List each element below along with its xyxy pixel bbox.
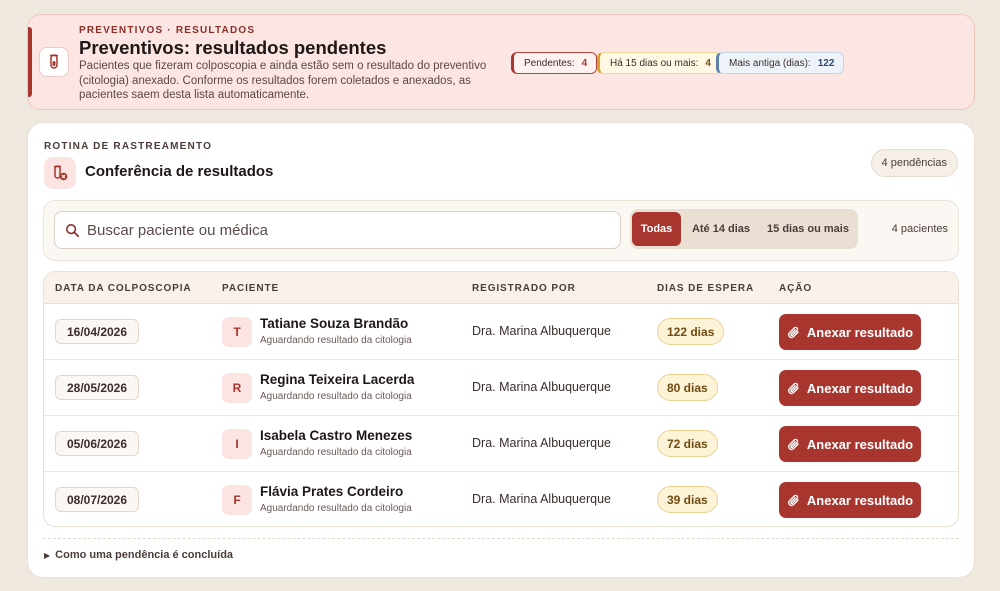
patient-name: Regina Teixeira Lacerda xyxy=(260,372,415,387)
column-header-patient: PACIENTE xyxy=(222,283,280,294)
wait-days-badge: 80 dias xyxy=(657,374,718,401)
patient-status: Aguardando resultado da citologia xyxy=(260,503,412,514)
card-title: Conferência de resultados xyxy=(85,163,274,180)
stat-oldest-value: 122 xyxy=(817,57,835,69)
stat-pending-label: Pendentes: xyxy=(524,57,575,69)
table-row: 28/05/2026 R Regina Teixeira Lacerda Agu… xyxy=(44,360,958,416)
colposcopy-date: 16/04/2026 xyxy=(55,319,139,344)
table-row: 05/06/2026 I Isabela Castro Menezes Agua… xyxy=(44,416,958,472)
patient-status: Aguardando resultado da citologia xyxy=(260,391,412,402)
disclosure-label: Como uma pendência é concluída xyxy=(55,549,234,561)
stat-pending: Pendentes: 4 xyxy=(511,52,598,74)
test-tube-icon xyxy=(39,47,69,77)
patient-status: Aguardando resultado da citologia xyxy=(260,335,412,346)
colposcopy-date: 08/07/2026 xyxy=(55,487,139,512)
banner-title: Preventivos: resultados pendentes xyxy=(79,37,387,58)
disclosure-triangle-icon: ▶ xyxy=(44,550,51,560)
avatar: F xyxy=(222,485,252,515)
pending-count-badge: 4 pendências xyxy=(870,149,958,177)
filter-15-days-or-more-button[interactable]: 15 dias ou mais xyxy=(760,212,856,246)
banner-kicker: PREVENTIVOS · RESULTADOS xyxy=(79,25,256,36)
patient-status: Aguardando resultado da citologia xyxy=(260,447,412,458)
attach-result-label: Anexar resultado xyxy=(806,324,914,340)
patient-name: Tatiane Souza Brandão xyxy=(260,316,409,331)
registered-by: Dra. Marina Albuquerque xyxy=(472,492,611,506)
attach-result-button[interactable]: Anexar resultado xyxy=(779,370,921,406)
search-icon xyxy=(65,223,80,238)
paperclip-icon xyxy=(787,326,799,338)
stat-15-days: Há 15 dias ou mais: 4 xyxy=(597,52,721,74)
how-pending-is-completed-disclosure[interactable]: ▶ Como uma pendência é concluída xyxy=(44,549,233,561)
attach-result-label: Anexar resultado xyxy=(806,492,914,508)
stat-15-days-value: 4 xyxy=(705,57,711,69)
wait-days-badge: 122 dias xyxy=(657,318,725,345)
attach-result-button[interactable]: Anexar resultado xyxy=(779,482,921,518)
result-count: 4 pacientes xyxy=(891,223,948,235)
column-header-date: DATA DA COLPOSCOPIA xyxy=(55,283,192,294)
stat-pending-value: 4 xyxy=(581,57,588,69)
filter-all-button[interactable]: Todas xyxy=(632,212,681,246)
colposcopy-date: 05/06/2026 xyxy=(55,431,139,456)
stat-15-days-label: Há 15 dias ou mais: xyxy=(610,57,699,69)
paperclip-icon xyxy=(787,438,799,450)
avatar: I xyxy=(222,429,252,459)
test-tube-alert-icon xyxy=(44,157,76,189)
attach-result-button[interactable]: Anexar resultado xyxy=(779,426,921,462)
registered-by: Dra. Marina Albuquerque xyxy=(472,324,611,338)
wait-days-badge: 72 dias xyxy=(657,430,718,457)
paperclip-icon xyxy=(787,382,799,394)
table-row: 08/07/2026 F Flávia Prates Cordeiro Agua… xyxy=(44,472,958,526)
paperclip-icon xyxy=(787,494,799,506)
colposcopy-date: 28/05/2026 xyxy=(55,375,139,400)
banner-description: Pacientes que fizeram colposcopia e aind… xyxy=(79,60,487,101)
filter-up-to-14-days-button[interactable]: Até 14 dias xyxy=(685,212,757,246)
patient-name: Isabela Castro Menezes xyxy=(260,428,413,443)
alert-accent-stripe xyxy=(28,27,32,97)
table-row: 16/04/2026 T Tatiane Souza Brandão Aguar… xyxy=(44,304,958,360)
attach-result-button[interactable]: Anexar resultado xyxy=(779,314,921,350)
wait-filter-segmented: Todas Até 14 dias 15 dias ou mais xyxy=(630,209,858,249)
column-header-action: AÇÃO xyxy=(779,283,813,294)
attach-result-label: Anexar resultado xyxy=(806,436,914,452)
stat-oldest: Mais antiga (dias): 122 xyxy=(716,52,845,74)
card-eyebrow: ROTINA DE RASTREAMENTO xyxy=(44,141,213,152)
search-input[interactable] xyxy=(87,212,607,248)
avatar: T xyxy=(222,317,252,347)
patient-name: Flávia Prates Cordeiro xyxy=(260,484,404,499)
wait-days-badge: 39 dias xyxy=(657,486,718,513)
registered-by: Dra. Marina Albuquerque xyxy=(472,436,611,450)
alert-banner: PREVENTIVOS · RESULTADOS Preventivos: re… xyxy=(27,14,975,110)
table-header: DATA DA COLPOSCOPIA PACIENTE REGISTRADO … xyxy=(44,272,958,304)
footer-divider xyxy=(43,538,959,539)
attach-result-label: Anexar resultado xyxy=(806,380,914,396)
pending-results-table: DATA DA COLPOSCOPIA PACIENTE REGISTRADO … xyxy=(43,271,959,527)
results-card: ROTINA DE RASTREAMENTO Conferência de re… xyxy=(27,122,975,578)
column-header-registered-by: REGISTRADO POR xyxy=(472,283,576,294)
avatar: R xyxy=(222,373,252,403)
filter-bar: Todas Até 14 dias 15 dias ou mais 4 paci… xyxy=(43,200,959,261)
stat-oldest-label: Mais antiga (dias): xyxy=(729,57,811,69)
search-box xyxy=(54,211,621,249)
column-header-wait-days: DIAS DE ESPERA xyxy=(657,283,755,294)
registered-by: Dra. Marina Albuquerque xyxy=(472,380,611,394)
